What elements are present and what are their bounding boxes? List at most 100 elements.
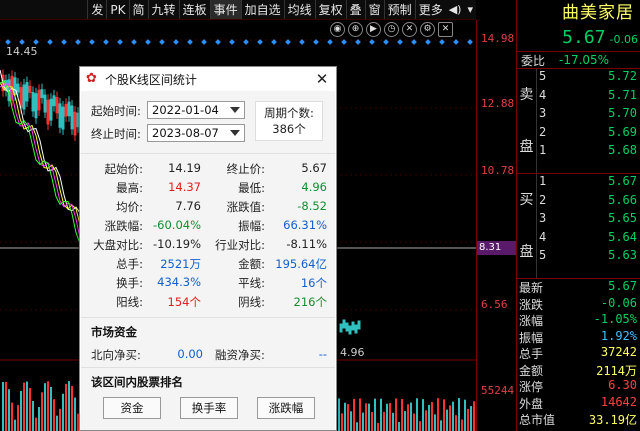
book-level: 4 — [539, 229, 547, 244]
stat-row: 金额 2114万 — [517, 362, 640, 379]
eye-icon[interactable]: ◉ — [330, 22, 345, 37]
volume-bar — [365, 403, 367, 431]
stat-row: 振幅 1.92% — [517, 329, 640, 346]
clock-icon[interactable]: ◷ — [384, 22, 399, 37]
stat-label: 最高: — [116, 181, 143, 195]
book-row[interactable]: 1 5.67 — [537, 174, 640, 193]
stat-row: 涨停 6.30 — [517, 378, 640, 395]
candle — [22, 84, 26, 110]
toolbar-item[interactable]: 更多 — [414, 0, 446, 19]
toolbar-item[interactable]: 连板 — [178, 0, 210, 19]
period-count-box: 周期个数: 386个 — [255, 101, 323, 141]
book-row[interactable]: 2 5.66 — [537, 193, 640, 212]
stat-value: 66.31% — [283, 218, 327, 232]
chevron-down-icon — [230, 107, 240, 113]
toolbar-item[interactable]: PK — [106, 0, 128, 19]
dropdown-icon[interactable]: ▾ — [464, 3, 476, 16]
zoom-in-icon[interactable]: ⊕ — [348, 22, 363, 37]
candle — [34, 93, 38, 119]
price-tick: 14.98 — [481, 32, 515, 45]
buy-book: 买盘 1 5.67 2 5.66 3 5.65 4 5.64 5 5.63 — [517, 174, 640, 279]
stat-row: 总手 37242 — [517, 345, 640, 362]
turnover-rank-button[interactable]: 换手率 — [180, 397, 238, 419]
candle — [345, 322, 349, 332]
rank-section-title: 该区间内股票排名 — [91, 375, 183, 389]
stat-label: 涨幅 — [519, 314, 544, 328]
candle — [339, 323, 343, 333]
stat-label: 起始价: — [104, 162, 143, 176]
book-level: 3 — [539, 106, 547, 121]
dialog-titlebar[interactable]: ✿ 个股K线区间统计 — [80, 67, 336, 91]
stat-label: 大盘对比: — [93, 238, 143, 252]
price-axis: 14.98 12.88 10.78 6.56 55244 — [476, 20, 516, 431]
candle — [67, 101, 71, 117]
toolbar-item[interactable]: 简 — [128, 0, 148, 19]
volume-bar — [407, 404, 409, 431]
stat-value: 5.67 — [608, 279, 637, 293]
price-tick: 12.88 — [481, 97, 515, 110]
stat-label: 最低: — [238, 181, 265, 195]
stat-value: 2521万 — [160, 257, 201, 271]
volume-bar — [389, 403, 391, 431]
volume-bar — [437, 398, 439, 431]
start-time-select[interactable]: 2022-01-04 — [147, 101, 245, 119]
book-row[interactable]: 3 5.65 — [537, 211, 640, 230]
stat-row: 总市值 33.19亿 — [517, 411, 640, 428]
book-row[interactable]: 2 5.69 — [537, 125, 640, 144]
book-price: 5.65 — [608, 211, 637, 226]
volume-bar — [17, 405, 19, 431]
fund-rank-button[interactable]: 资金 — [103, 397, 161, 419]
settings-icon[interactable]: ⚙ — [420, 22, 435, 37]
side-char: 卖 — [519, 87, 534, 103]
toolbar-item[interactable]: 叠 — [345, 0, 365, 19]
book-row[interactable]: 3 5.70 — [537, 106, 640, 125]
stat-label: 行业对比: — [215, 238, 265, 252]
volume-bar — [68, 381, 70, 431]
book-row[interactable]: 5 5.63 — [537, 248, 640, 267]
price-tick: 10.78 — [481, 164, 515, 177]
tools-icon[interactable]: ✕ — [402, 22, 417, 37]
toolbar-item[interactable]: 复权 — [314, 0, 346, 19]
book-price: 5.68 — [608, 143, 637, 158]
close-chart-icon[interactable]: ✕ — [438, 22, 453, 37]
book-row[interactable]: 4 5.64 — [537, 230, 640, 249]
change-rank-button[interactable]: 涨跌幅 — [257, 397, 315, 419]
stat-value: 1.92% — [600, 328, 637, 343]
volume-bar — [371, 412, 373, 431]
toolbar-item[interactable]: 事件 — [209, 0, 241, 19]
toolbar-item[interactable]: 预制 — [383, 0, 415, 19]
stat-row: 涨幅 -1.05% — [517, 312, 640, 329]
toolbar-item[interactable]: 窗 — [364, 0, 384, 19]
speaker-icon[interactable]: ◀) — [446, 3, 465, 16]
close-icon[interactable]: ✕ — [314, 70, 330, 88]
price-tick: 6.56 — [481, 298, 508, 311]
book-row[interactable]: 1 5.68 — [537, 143, 640, 162]
stat-row: 最新 5.67 — [517, 279, 640, 296]
candle — [61, 106, 65, 130]
order-ratio-value: -17.05% — [559, 53, 610, 67]
toolbar-item[interactable]: 加自选 — [240, 0, 284, 19]
order-ratio: 委比 -17.05% — [517, 51, 640, 69]
stat-label: 总手 — [519, 347, 544, 361]
stat-label: 外盘 — [519, 396, 544, 411]
toolbar-item[interactable]: 均线 — [283, 0, 315, 19]
volume-bar — [56, 415, 58, 431]
toolbar-item[interactable]: 九转 — [147, 0, 179, 19]
book-row[interactable]: 4 5.71 — [537, 88, 640, 107]
volume-bar — [368, 403, 370, 431]
book-price: 5.64 — [608, 229, 637, 244]
play-icon[interactable]: ▶ — [366, 22, 381, 37]
stat-label: 终止价: — [226, 162, 265, 176]
volume-bar — [404, 411, 406, 431]
toolbar-item[interactable]: 发 — [87, 0, 106, 19]
price-row: 5.67 -0.06 — [517, 27, 640, 51]
order-ratio-label: 委比 — [521, 53, 546, 68]
stat-value: 33.19亿 — [588, 413, 637, 427]
stat-label: 总市值 — [519, 413, 556, 427]
volume-bar — [446, 409, 448, 431]
end-time-select[interactable]: 2023-08-07 — [147, 124, 245, 142]
volume-bar — [443, 399, 445, 431]
stat-value: 14.19 — [168, 161, 201, 175]
last-price: 5.67 — [562, 27, 606, 48]
book-row[interactable]: 5 5.72 — [537, 69, 640, 88]
